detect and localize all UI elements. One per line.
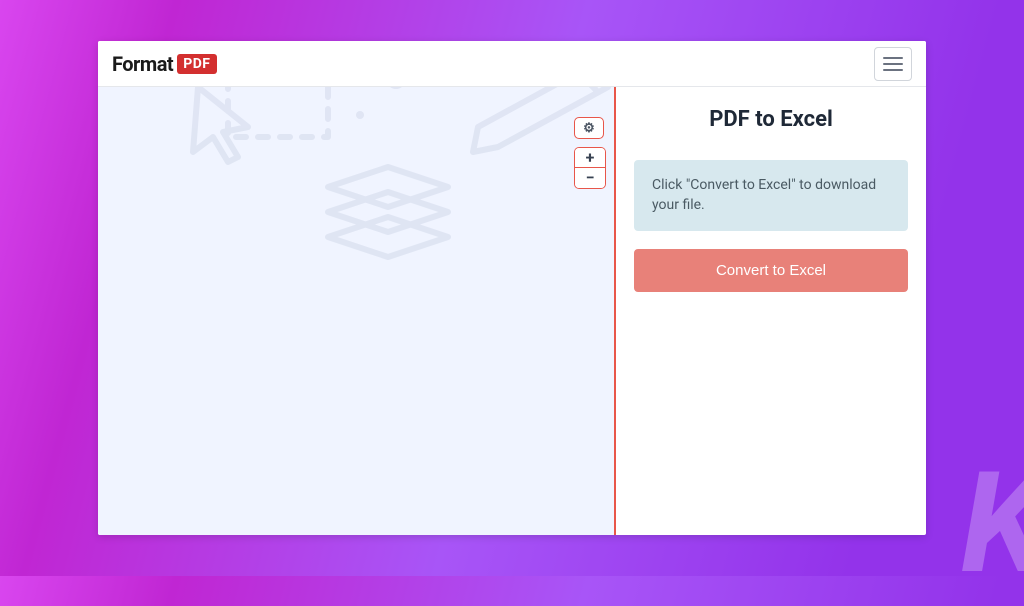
- logo-badge: PDF: [177, 54, 216, 74]
- info-message: Click "Convert to Excel" to download you…: [634, 160, 908, 231]
- header: Format PDF: [98, 41, 926, 87]
- sidebar: PDF to Excel Click "Convert to Excel" to…: [616, 87, 926, 535]
- content-area: ⚙ + − PDF to Excel Click "Convert to Exc…: [98, 87, 926, 535]
- plus-icon: +: [586, 150, 595, 166]
- settings-button[interactable]: ⚙: [574, 117, 604, 139]
- zoom-in-button[interactable]: +: [575, 148, 605, 168]
- app-frame: Format PDF: [98, 41, 926, 535]
- hamburger-icon: [883, 57, 903, 59]
- gear-icon: ⚙: [583, 122, 595, 135]
- preview-area: ⚙ + −: [98, 87, 616, 535]
- logo-text-primary: Format: [112, 52, 173, 76]
- tool-stack: ⚙ + −: [574, 117, 606, 189]
- hamburger-icon: [883, 63, 903, 65]
- menu-button[interactable]: [874, 47, 912, 81]
- page-title: PDF to Excel: [634, 107, 908, 132]
- convert-button[interactable]: Convert to Excel: [634, 249, 908, 292]
- zoom-out-button[interactable]: −: [575, 168, 605, 188]
- zoom-controls: + −: [574, 147, 606, 189]
- hamburger-icon: [883, 69, 903, 71]
- minus-icon: −: [586, 170, 595, 186]
- logo[interactable]: Format PDF: [112, 52, 217, 76]
- watermark: K: [961, 442, 1024, 606]
- decorative-illustration: [128, 87, 616, 317]
